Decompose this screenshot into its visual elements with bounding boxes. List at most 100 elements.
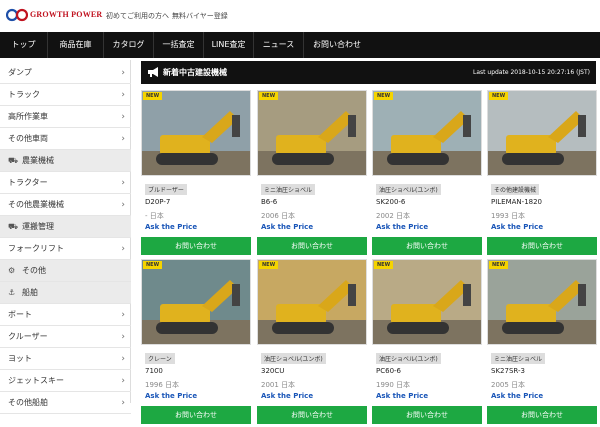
chevron-right-icon: › bbox=[121, 134, 125, 144]
sidebar-item[interactable]: ジェットスキー › bbox=[0, 370, 131, 392]
product-photo[interactable] bbox=[372, 259, 482, 345]
ask-price-link[interactable]: Ask the Price bbox=[145, 392, 197, 400]
model-name[interactable]: SK27SR-3 bbox=[491, 367, 525, 375]
model-name[interactable]: PILEMAN-1820 bbox=[491, 198, 542, 206]
product-card[interactable]: NEW 油圧ショベル(ユンボ) SK200-6 2002 日本 Ask the Pric… bbox=[372, 90, 482, 258]
contact-button[interactable]: お問い合わせ bbox=[372, 406, 482, 424]
buyer-register-link[interactable]: 無料バイヤー登録 bbox=[172, 11, 228, 21]
model-name[interactable]: D20P-7 bbox=[145, 198, 170, 206]
ask-price-link[interactable]: Ask the Price bbox=[491, 392, 543, 400]
category-sidebar: ダンプ › トラック › 高所作業車 › その他車両 › ⛟ 農業機械 トラクター › その他農業機械 ›… bbox=[0, 60, 131, 414]
sidebar-item[interactable]: ⛟ 運搬管理 bbox=[0, 216, 131, 238]
sidebar-item[interactable]: ボート › bbox=[0, 304, 131, 326]
nav-contact[interactable]: お問い合わせ bbox=[304, 32, 370, 58]
ask-price-link[interactable]: Ask the Price bbox=[145, 223, 197, 231]
product-photo[interactable] bbox=[141, 259, 251, 345]
sidebar-item[interactable]: ⚙ その他 bbox=[0, 260, 131, 282]
sidebar-item-label: ヨット bbox=[8, 354, 32, 363]
country: 日本 bbox=[281, 212, 296, 220]
section-header: 新着中古建設機械 Last update 2018-10-15 20:27:16… bbox=[141, 61, 596, 84]
year-country: 1993 日本 bbox=[491, 211, 525, 221]
top-bar: GROWTH POWER 初めてご利用の方へ 無料バイヤー登録 bbox=[0, 0, 600, 32]
category-tag: クレーン bbox=[145, 353, 175, 364]
product-card[interactable]: NEW クレーン 7100 1996 日本 Ask the Price お問い合わせ bbox=[141, 259, 251, 427]
sidebar-item[interactable]: ダンプ › bbox=[0, 62, 131, 84]
nav-top[interactable]: トップ bbox=[0, 32, 48, 58]
product-card[interactable]: NEW 油圧ショベル(ユンボ) PC60-6 1990 日本 Ask the Price… bbox=[372, 259, 482, 427]
ask-price-link[interactable]: Ask the Price bbox=[261, 223, 313, 231]
sidebar-item[interactable]: その他船舶 › bbox=[0, 392, 131, 414]
year: 2006 bbox=[261, 212, 279, 220]
ask-price-link[interactable]: Ask the Price bbox=[376, 223, 428, 231]
new-badge: NEW bbox=[143, 92, 163, 100]
country: 日本 bbox=[396, 212, 411, 220]
brand-name[interactable]: GROWTH POWER bbox=[30, 10, 102, 19]
contact-button[interactable]: お問い合わせ bbox=[487, 237, 597, 255]
sidebar-item[interactable]: ヨット › bbox=[0, 348, 131, 370]
country: 日本 bbox=[281, 381, 296, 389]
year-country: 1990 日本 bbox=[376, 380, 410, 390]
chevron-right-icon: › bbox=[121, 354, 125, 364]
first-time-link[interactable]: 初めてご利用の方へ bbox=[106, 11, 169, 21]
sidebar-item[interactable]: クルーザー › bbox=[0, 326, 131, 348]
country: 日本 bbox=[149, 212, 164, 220]
year-country: - 日本 bbox=[145, 211, 164, 221]
sidebar-item[interactable]: ⛟ 農業機械 bbox=[0, 150, 131, 172]
sidebar-item[interactable]: ⚓ 船舶 bbox=[0, 282, 131, 304]
nav-stock[interactable]: 商品在庫 bbox=[48, 32, 104, 58]
sidebar-item-label: トラック bbox=[8, 90, 40, 99]
product-card[interactable]: NEW ブルドーザー D20P-7 - 日本 Ask the Price お問い合わせ bbox=[141, 90, 251, 258]
product-photo[interactable] bbox=[141, 90, 251, 176]
sidebar-item[interactable]: その他車両 › bbox=[0, 128, 131, 150]
product-photo[interactable] bbox=[257, 90, 367, 176]
contact-button[interactable]: お問い合わせ bbox=[257, 237, 367, 255]
product-photo[interactable] bbox=[372, 90, 482, 176]
contact-button[interactable]: お問い合わせ bbox=[487, 406, 597, 424]
product-card[interactable]: NEW その他建設機械 PILEMAN-1820 1993 日本 Ask the Pri… bbox=[487, 90, 597, 258]
product-photo[interactable] bbox=[487, 90, 597, 176]
sidebar-item-label: ボート bbox=[8, 310, 32, 319]
sidebar-item[interactable]: トラック › bbox=[0, 84, 131, 106]
growth-power-logo[interactable] bbox=[6, 8, 28, 22]
ask-price-link[interactable]: Ask the Price bbox=[491, 223, 543, 231]
model-name[interactable]: 320CU bbox=[261, 367, 284, 375]
gear-icon: ⚙ bbox=[8, 266, 16, 275]
category-tag: ブルドーザー bbox=[145, 184, 187, 195]
sidebar-item[interactable]: 高所作業車 › bbox=[0, 106, 131, 128]
product-photo[interactable] bbox=[257, 259, 367, 345]
section-title: 新着中古建設機械 bbox=[163, 68, 227, 77]
nav-bulk-assessment[interactable]: 一括査定 bbox=[154, 32, 204, 58]
sidebar-item-label: ジェットスキー bbox=[8, 376, 64, 385]
last-update: Last update 2018-10-15 20:27:16 (JST) bbox=[472, 69, 590, 76]
contact-button[interactable]: お問い合わせ bbox=[141, 406, 251, 424]
sidebar-item[interactable]: フォークリフト › bbox=[0, 238, 131, 260]
product-card[interactable]: NEW ミニ油圧ショベル B6-6 2006 日本 Ask the Price お問い合わ… bbox=[257, 90, 367, 258]
category-tag: その他建設機械 bbox=[491, 184, 540, 195]
sidebar-item-label: 農業機械 bbox=[22, 156, 54, 165]
year: 2001 bbox=[261, 381, 279, 389]
model-name[interactable]: SK200-6 bbox=[376, 198, 405, 206]
model-name[interactable]: 7100 bbox=[145, 367, 163, 375]
nav-line-assessment[interactable]: LINE査定 bbox=[204, 32, 254, 58]
megaphone-icon bbox=[148, 67, 158, 77]
ask-price-link[interactable]: Ask the Price bbox=[376, 392, 428, 400]
product-card[interactable]: NEW ミニ油圧ショベル SK27SR-3 2005 日本 Ask the Price お… bbox=[487, 259, 597, 427]
model-name[interactable]: PC60-6 bbox=[376, 367, 401, 375]
model-name[interactable]: B6-6 bbox=[261, 198, 277, 206]
nav-catalog[interactable]: カタログ bbox=[104, 32, 154, 58]
ask-price-link[interactable]: Ask the Price bbox=[261, 392, 313, 400]
sidebar-item-label: 運搬管理 bbox=[22, 222, 54, 231]
contact-button[interactable]: お問い合わせ bbox=[372, 237, 482, 255]
year-country: 1996 日本 bbox=[145, 380, 179, 390]
product-card[interactable]: NEW 油圧ショベル(ユンボ) 320CU 2001 日本 Ask the Price お… bbox=[257, 259, 367, 427]
product-photo[interactable] bbox=[487, 259, 597, 345]
sidebar-item-label: 船舶 bbox=[22, 288, 38, 297]
sidebar-item[interactable]: その他農業機械 › bbox=[0, 194, 131, 216]
nav-news[interactable]: ニュース bbox=[254, 32, 304, 58]
contact-button[interactable]: お問い合わせ bbox=[141, 237, 251, 255]
main-nav: トップ 商品在庫 カタログ 一括査定 LINE査定 ニュース お問い合わせ bbox=[0, 32, 600, 58]
contact-button[interactable]: お問い合わせ bbox=[257, 406, 367, 424]
machine-image-icon bbox=[488, 280, 596, 344]
sidebar-item[interactable]: トラクター › bbox=[0, 172, 131, 194]
chevron-right-icon: › bbox=[121, 332, 125, 342]
